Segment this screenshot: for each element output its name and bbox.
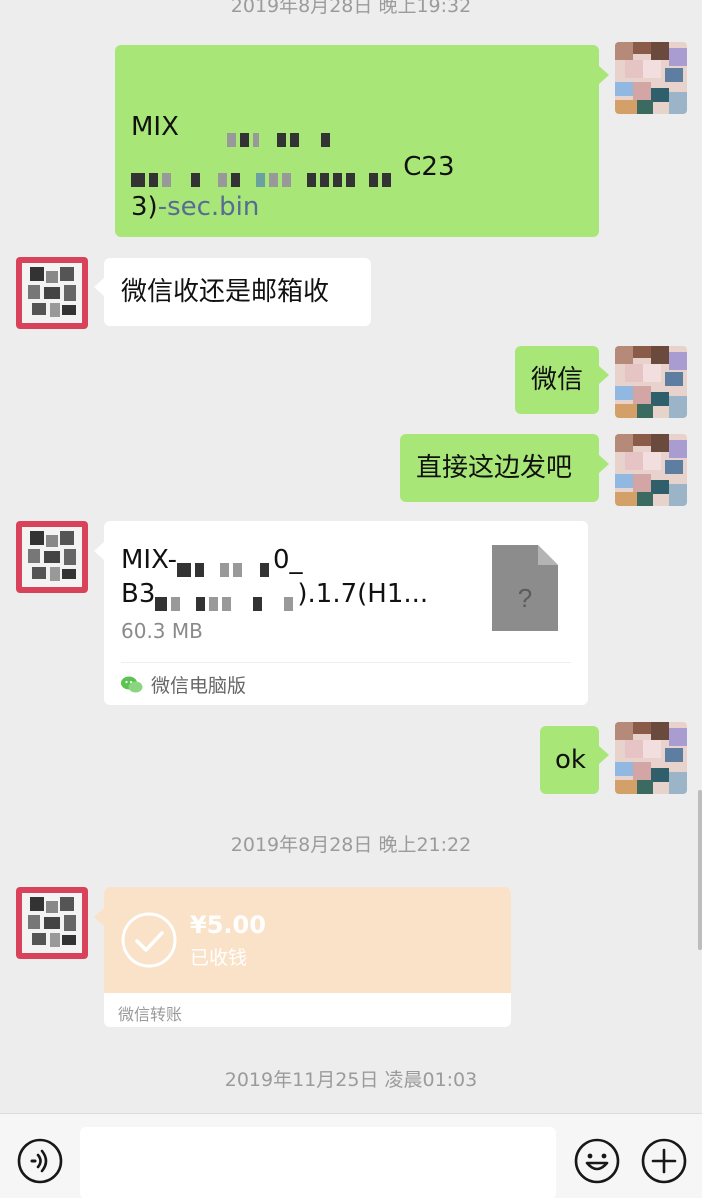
avatar-self[interactable] — [615, 434, 687, 506]
message-bubble-outgoing[interactable]: 微信 — [515, 346, 599, 414]
message-bubble-outgoing[interactable]: ok — [540, 726, 599, 794]
avatar-contact-image — [16, 257, 88, 329]
avatar-self-image — [615, 346, 687, 418]
avatar-self-image — [615, 722, 687, 794]
redacted-text — [155, 587, 297, 611]
bubble-tail — [599, 746, 609, 764]
timestamp: 2019年8月28日 晚上21:22 — [230, 834, 472, 856]
redacted-text — [131, 160, 395, 187]
voice-icon[interactable] — [16, 1137, 64, 1185]
file-link[interactable]: -sec.bin — [158, 192, 260, 222]
message-input[interactable] — [80, 1127, 556, 1198]
message-text-line1: MIX — [131, 112, 179, 142]
message-text: ok — [555, 745, 586, 775]
file-message-card[interactable]: MIX- 0_ B3).1.7(H1... 60.3 MB ? 微信电脑版 — [104, 521, 588, 705]
avatar-contact-image — [16, 521, 88, 593]
chat-screen: 2019年8月28日 晚上19:32 MIX C23 3)-sec.bin 微信… — [0, 0, 702, 1198]
avatar-contact[interactable] — [16, 257, 88, 329]
avatar-contact[interactable] — [16, 521, 88, 593]
avatar-self[interactable] — [615, 346, 687, 418]
avatar-self[interactable] — [615, 42, 687, 114]
redacted-text — [227, 120, 334, 147]
timestamp-top: 2019年8月28日 晚上19:32 — [230, 0, 472, 17]
message-text-line3: 3) — [131, 192, 158, 222]
scrollbar[interactable] — [698, 790, 702, 950]
file-name-line1: MIX- 0_ — [121, 545, 303, 577]
transfer-status: 已收钱 — [190, 947, 248, 969]
bubble-tail — [599, 66, 609, 84]
wechat-icon — [121, 676, 143, 692]
message-text: 微信收还是邮箱收 — [121, 277, 330, 307]
redacted-text — [177, 553, 273, 577]
bubble-tail — [94, 542, 104, 560]
file-source-label: 微信电脑版 — [151, 675, 247, 697]
avatar-self[interactable] — [615, 722, 687, 794]
emoji-icon[interactable] — [573, 1137, 621, 1185]
divider — [121, 662, 571, 663]
bubble-tail — [94, 278, 104, 296]
bubble-tail — [599, 366, 609, 384]
check-circle-icon — [121, 912, 177, 968]
file-size: 60.3 MB — [121, 619, 203, 643]
input-bar — [0, 1113, 702, 1198]
timestamp: 2019年11月25日 凌晨01:03 — [224, 1069, 478, 1091]
message-bubble-outgoing[interactable]: 直接这边发吧 — [400, 434, 599, 502]
transfer-amount: ¥5.00 — [190, 911, 266, 939]
message-text-line2-tail: C23 — [403, 152, 455, 182]
plus-icon[interactable] — [640, 1137, 688, 1185]
transfer-card[interactable]: ¥5.00 已收钱 微信转账 — [104, 887, 511, 1027]
avatar-self-image — [615, 42, 687, 114]
unknown-file-icon: ? — [492, 545, 558, 631]
svg-text:?: ? — [518, 583, 532, 613]
file-source: 微信电脑版 — [121, 671, 246, 698]
bubble-tail — [599, 455, 609, 473]
bubble-tail — [94, 908, 104, 926]
file-name-line2: B3).1.7(H1... — [121, 579, 429, 611]
message-bubble-incoming[interactable]: 微信收还是邮箱收 — [104, 258, 371, 326]
avatar-self-image — [615, 434, 687, 506]
message-text: 微信 — [531, 365, 584, 395]
avatar-contact[interactable] — [16, 887, 88, 959]
transfer-footer: 微信转账 — [118, 1005, 183, 1024]
message-text: 直接这边发吧 — [416, 453, 573, 483]
message-bubble-outgoing-filename[interactable]: MIX C23 3)-sec.bin — [115, 45, 599, 237]
transfer-card-header: ¥5.00 已收钱 — [104, 887, 511, 993]
avatar-contact-image — [16, 887, 88, 959]
